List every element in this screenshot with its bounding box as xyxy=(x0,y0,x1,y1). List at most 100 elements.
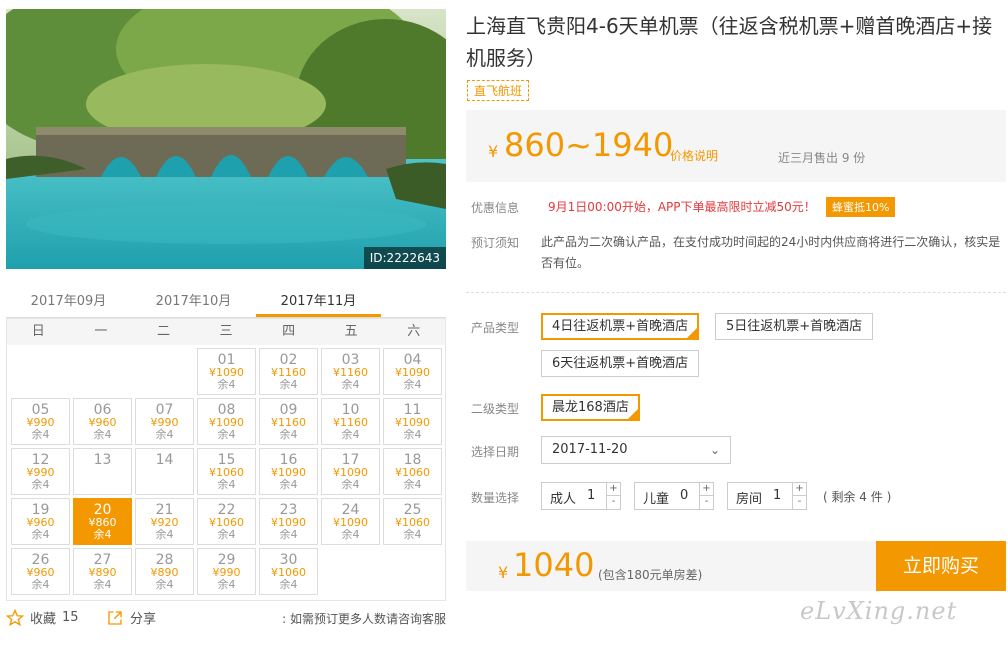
calendar-day-number: 19 xyxy=(31,502,50,518)
calendar-day-cell[interactable]: 07 ¥990 余4 xyxy=(135,398,194,445)
calendar-day-number: 08 xyxy=(217,402,236,418)
section-divider xyxy=(466,292,1006,293)
calendar-day-cell[interactable]: 18 ¥1060 余4 xyxy=(383,448,442,495)
room-plus-button[interactable]: + xyxy=(793,483,806,496)
calendar-day-number: 12 xyxy=(31,452,50,468)
calendar-day-remaining: 余4 xyxy=(403,478,422,491)
calendar-day-cell[interactable]: 11 ¥1090 余4 xyxy=(383,398,442,445)
calendar-day-cell[interactable]: 16 ¥1090 余4 xyxy=(259,448,318,495)
calendar-day-number: 04 xyxy=(403,352,422,368)
calendar-day-cell[interactable]: 09 ¥1160 余4 xyxy=(259,398,318,445)
calendar-day-remaining: 余4 xyxy=(341,378,360,391)
calendar-day-number: 17 xyxy=(341,452,360,468)
calendar-day-cell[interactable]: 10 ¥1160 余4 xyxy=(321,398,380,445)
calendar-day-remaining: 余4 xyxy=(31,478,50,491)
room-label: 房间 xyxy=(736,492,763,507)
calendar-day-cell[interactable]: 17 ¥1090 余4 xyxy=(321,448,380,495)
calendar-day-cell[interactable]: 30 ¥1060 余4 xyxy=(259,548,318,595)
weekday-sun: 日 xyxy=(31,324,45,339)
favorite-button[interactable]: 收藏 15 xyxy=(6,608,79,627)
calendar-day-remaining: 余4 xyxy=(93,528,112,541)
calendar-day-number: 22 xyxy=(217,502,236,518)
calendar-day-cell[interactable]: 06 ¥960 余4 xyxy=(73,398,132,445)
notice-label: 预订须知 xyxy=(471,236,520,250)
share-label: 分享 xyxy=(130,612,157,627)
calendar-day-cell[interactable]: 22 ¥1060 余4 xyxy=(197,498,256,545)
calendar-day-number: 23 xyxy=(279,502,298,518)
calendar-day-number: 20 xyxy=(93,502,112,518)
calendar-day-cell[interactable]: 08 ¥1090 余4 xyxy=(197,398,256,445)
calendar-day-cell[interactable]: 26 ¥960 余4 xyxy=(11,548,70,595)
consult-note: : 如需预订更多人数请咨询客服 xyxy=(282,612,446,626)
calendar-day-number: 15 xyxy=(217,452,236,468)
product-type-option-5day[interactable]: 5日往返机票+首晚酒店 xyxy=(715,313,874,340)
calendar-day-number: 24 xyxy=(341,502,360,518)
calendar-day-number: 25 xyxy=(403,502,422,518)
price-currency: ¥ xyxy=(488,142,499,161)
calendar-day-remaining: 余4 xyxy=(403,428,422,441)
calendar-day-number: 10 xyxy=(341,402,360,418)
share-button[interactable]: 分享 xyxy=(106,608,156,627)
date-select[interactable]: 2017-11-20 ⌄ xyxy=(541,436,731,464)
calendar-day-cell[interactable]: 23 ¥1090 余4 xyxy=(259,498,318,545)
promo-label: 优惠信息 xyxy=(471,201,520,215)
month-tab-nov[interactable]: 2017年11月 xyxy=(256,284,381,317)
adult-value[interactable]: 1 xyxy=(587,488,595,503)
calendar-day-cell: 14 xyxy=(135,448,194,495)
buy-now-button[interactable]: 立即购买 xyxy=(876,541,1006,591)
calendar-day-number: 03 xyxy=(341,352,360,368)
calendar-day-remaining: 余4 xyxy=(279,478,298,491)
calendar-day-cell[interactable]: 15 ¥1060 余4 xyxy=(197,448,256,495)
calendar-day-cell[interactable]: 02 ¥1160 余4 xyxy=(259,348,318,395)
sub-type-label: 二级类型 xyxy=(471,402,520,416)
calendar-day-remaining: 余4 xyxy=(403,528,422,541)
date-label: 选择日期 xyxy=(471,445,520,459)
calendar-day-cell[interactable]: 24 ¥1090 余4 xyxy=(321,498,380,545)
adult-stepper[interactable]: 成人 1 + - xyxy=(541,482,621,510)
photo-footer: 收藏 15 分享 : 如需预订更多人数请咨询客服 xyxy=(6,606,446,630)
calendar-day-number: 28 xyxy=(155,552,174,568)
calendar-day-remaining: 余4 xyxy=(217,478,236,491)
child-stepper[interactable]: 儿童 0 + - xyxy=(634,482,714,510)
room-value[interactable]: 1 xyxy=(773,488,781,503)
favorite-count: 15 xyxy=(62,610,79,625)
calendar-day-cell[interactable]: 19 ¥960 余4 xyxy=(11,498,70,545)
calendar-day-remaining: 余4 xyxy=(341,528,360,541)
adult-plus-button[interactable]: + xyxy=(607,483,620,496)
calendar-day-remaining: 余4 xyxy=(93,428,112,441)
calendar-day-cell[interactable]: 29 ¥990 余4 xyxy=(197,548,256,595)
calendar-day-cell[interactable]: 04 ¥1090 余4 xyxy=(383,348,442,395)
product-type-option-4day[interactable]: 4日往返机票+首晚酒店 xyxy=(541,313,700,340)
room-stepper[interactable]: 房间 1 + - xyxy=(727,482,807,510)
child-value[interactable]: 0 xyxy=(680,488,688,503)
calendar-day-cell[interactable]: 20 ¥860 余4 xyxy=(73,498,132,545)
calendar-empty-cell xyxy=(73,348,132,395)
month-tab-oct[interactable]: 2017年10月 xyxy=(131,284,256,317)
calendar-day-cell[interactable]: 01 ¥1090 余4 xyxy=(197,348,256,395)
price-note-link[interactable]: 价格说明 xyxy=(670,147,718,164)
child-plus-button[interactable]: + xyxy=(700,483,713,496)
calendar-day-remaining: 余4 xyxy=(93,578,112,591)
calendar-day-remaining: 余4 xyxy=(217,528,236,541)
child-minus-button[interactable]: - xyxy=(700,496,713,509)
product-type-option-6day[interactable]: 6天往返机票+首晚酒店 xyxy=(541,350,700,377)
calendar-day-cell[interactable]: 25 ¥1060 余4 xyxy=(383,498,442,545)
calendar-day-cell[interactable]: 28 ¥890 余4 xyxy=(135,548,194,595)
adult-minus-button[interactable]: - xyxy=(607,496,620,509)
weekday-wed: 三 xyxy=(219,324,233,339)
product-photo: ID:2222643 xyxy=(6,9,446,269)
sub-type-option-hotel[interactable]: 晨龙168酒店 xyxy=(541,394,640,421)
room-minus-button[interactable]: - xyxy=(793,496,806,509)
price-box: ¥ 860~1940 价格说明 近三月售出 9 份 xyxy=(466,110,1006,182)
calendar-day-cell[interactable]: 21 ¥920 余4 xyxy=(135,498,194,545)
calendar-day-cell[interactable]: 03 ¥1160 余4 xyxy=(321,348,380,395)
calendar-day-remaining: 余4 xyxy=(341,428,360,441)
month-tab-sep[interactable]: 2017年09月 xyxy=(6,284,131,317)
child-label: 儿童 xyxy=(643,492,670,507)
photo-id-label: ID:2222643 xyxy=(363,247,446,269)
calendar-day-cell[interactable]: 27 ¥890 余4 xyxy=(73,548,132,595)
calendar-day-cell[interactable]: 12 ¥990 余4 xyxy=(11,448,70,495)
calendar-day-remaining: 余4 xyxy=(403,378,422,391)
calendar-day-number: 29 xyxy=(217,552,236,568)
calendar-day-cell[interactable]: 05 ¥990 余4 xyxy=(11,398,70,445)
